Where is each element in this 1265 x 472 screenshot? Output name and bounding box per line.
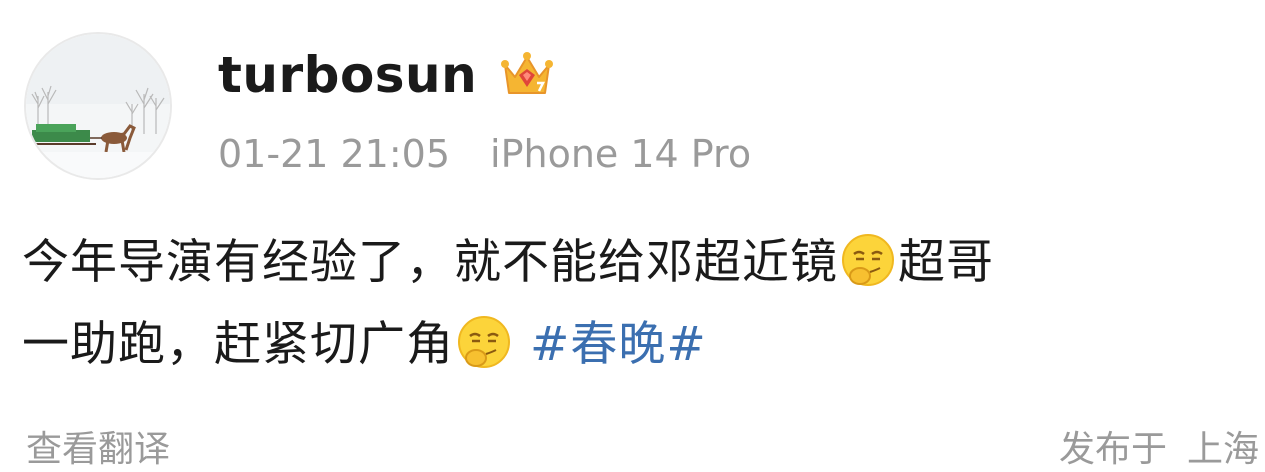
- username-row: turbosun: [218, 40, 555, 110]
- publish-location: 发布于 上海: [1059, 420, 1259, 472]
- publish-prefix: 发布于: [1058, 429, 1167, 470]
- post-text-part3: 一助跑，赶紧切广角: [22, 317, 454, 372]
- post-time: 01-21 21:05: [218, 132, 451, 176]
- weibo-post-card: turbosun 01-21 21:05 iPhone 14 Pro 今年导演有…: [0, 0, 1265, 472]
- translate-link[interactable]: 查看翻译: [26, 420, 170, 472]
- publish-location-name: 上海: [1186, 429, 1259, 470]
- post-text-part1: 今年导演有经验了，就不能给邓超近镜: [22, 235, 838, 290]
- user-avatar[interactable]: [24, 32, 172, 180]
- hashtag-link[interactable]: #春晚#: [530, 317, 707, 372]
- smirk-emoji-icon: [840, 232, 896, 288]
- post-meta: 01-21 21:05 iPhone 14 Pro: [218, 128, 751, 180]
- post-device: iPhone 14 Pro: [490, 132, 752, 176]
- smirk-emoji-icon: [456, 314, 512, 370]
- post-text-part2: 超哥: [898, 235, 994, 290]
- username[interactable]: turbosun: [218, 50, 477, 100]
- post-content: 今年导演有经验了，就不能给邓超近镜 超哥一助跑，赶紧切广角 #春晚#: [22, 222, 1247, 386]
- avatar-image: [26, 34, 170, 178]
- vip-crown-icon[interactable]: [499, 47, 555, 103]
